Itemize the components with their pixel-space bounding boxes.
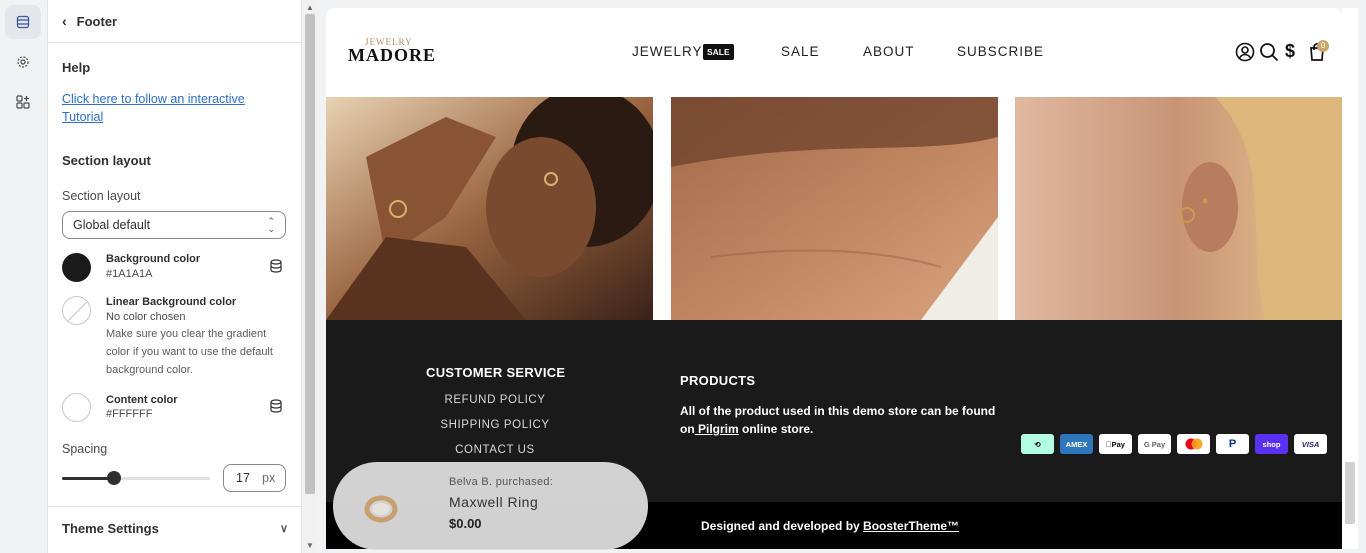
popup-product-name[interactable]: Maxwell Ring [449,494,538,510]
content-color-value: #FFFFFF [106,408,153,420]
spacing-slider[interactable] [62,471,210,485]
popup-price: $0.00 [449,516,482,531]
preview-scrollbar[interactable] [1342,8,1358,549]
boostertheme-link[interactable]: BoosterTheme™ [863,519,959,533]
credit-text: Designed and developed by BoosterTheme™ [701,519,959,533]
scroll-up-icon[interactable]: ▲ [306,3,314,12]
gallery-image-3 [1015,97,1342,320]
linear-background-title: Linear Background color [106,296,237,308]
background-color-title: Background color [106,253,201,265]
help-title: Help [62,60,91,75]
scroll-down-icon[interactable]: ▼ [306,541,314,550]
currency-icon[interactable]: $ [1285,41,1295,62]
store-header: JEWELRY MADORE JEWELRY SALE SALE ABOUT S… [326,8,1342,97]
chevron-updown-icon: ⌃ ⌄ [267,216,275,234]
settings-panel: ‹ Footer Help Click here to follow an in… [48,0,302,553]
back-button[interactable]: Footer [77,14,117,29]
afterpay-icon: ⟲ [1021,434,1054,454]
visa-icon: VISA [1294,434,1327,454]
chevron-left-icon[interactable]: ‹ [62,13,67,29]
linear-background-swatch[interactable] [62,296,91,325]
spacing-input[interactable]: 17 px [223,464,286,492]
popup-purchaser: Belva B. purchased: [449,476,554,488]
panel-scrollbar-thumb[interactable] [305,14,315,494]
chevron-down-icon: ∨ [279,523,288,535]
content-color-title: Content color [106,394,178,406]
tutorial-link[interactable]: Click here to follow an interactive Tuto… [62,90,282,126]
theme-settings-row[interactable]: Theme Settings ∨ [48,506,301,550]
linear-background-note: Make sure you clear the gradient color i… [106,328,273,376]
preview-scrollbar-thumb[interactable] [1345,462,1355,524]
recent-purchase-popup[interactable]: Belva B. purchased: Maxwell Ring $0.00 [333,462,648,550]
background-color-value: #1A1A1A [106,268,153,280]
section-layout-value: Global default [73,218,151,232]
account-icon[interactable] [1235,42,1255,62]
ring-product-image [361,492,401,526]
theme-settings-label: Theme Settings [62,521,159,536]
apps-icon[interactable] [5,85,41,119]
nav-subscribe[interactable]: SUBSCRIBE [957,44,1044,59]
sale-badge: SALE [703,44,734,60]
search-icon[interactable] [1259,42,1279,62]
amex-icon: AMEX [1060,434,1093,454]
products-text-after: online store. [738,422,814,436]
nav-sale[interactable]: SALE [781,44,820,59]
section-layout-title: Section layout [62,153,151,168]
editor-sidebar-rail [0,0,48,553]
database-icon[interactable] [269,399,283,413]
mastercard-icon [1177,434,1210,454]
linear-background-value: No color chosen [106,311,186,323]
store-logo[interactable]: MADORE [348,45,436,66]
paypal-icon: P [1216,434,1249,454]
spacing-value: 17 [236,471,250,485]
spacing-slider-thumb[interactable] [106,471,121,485]
shipping-policy-link[interactable]: SHIPPING POLICY [420,419,570,431]
background-color-swatch[interactable] [62,253,91,282]
pilgrim-link[interactable]: Pilgrim [695,422,739,436]
section-layout-select[interactable]: Global default ⌃ ⌄ [62,211,286,239]
shop-pay-icon: shop [1255,434,1288,454]
gear-icon[interactable] [5,45,41,79]
contact-us-link[interactable]: CONTACT US [420,444,570,456]
products-title: PRODUCTS [680,373,756,388]
sections-icon[interactable] [5,5,41,39]
credit-prefix: Designed and developed by [701,519,864,533]
gallery-image-1 [326,97,653,320]
nav-about[interactable]: ABOUT [863,44,915,59]
customer-service-title: CUSTOMER SERVICE [426,365,566,380]
google-pay-icon: G Pay [1138,434,1171,454]
cart-count-badge: 0 [1317,40,1329,52]
database-icon[interactable] [269,259,283,273]
nav-jewelry[interactable]: JEWELRY [632,44,703,59]
spacing-label: Spacing [62,442,108,456]
section-layout-label: Section layout [62,189,141,203]
apple-pay-icon: Pay [1099,434,1132,454]
panel-header: ‹ Footer [48,0,301,43]
panel-scrollbar[interactable]: ▲ ▼ [302,0,318,553]
refund-policy-link[interactable]: REFUND POLICY [420,394,570,406]
spacing-unit: px [262,471,276,485]
content-color-swatch[interactable] [62,393,91,422]
products-text: All of the product used in this demo sto… [680,402,1000,438]
gallery-image-2 [671,97,998,320]
